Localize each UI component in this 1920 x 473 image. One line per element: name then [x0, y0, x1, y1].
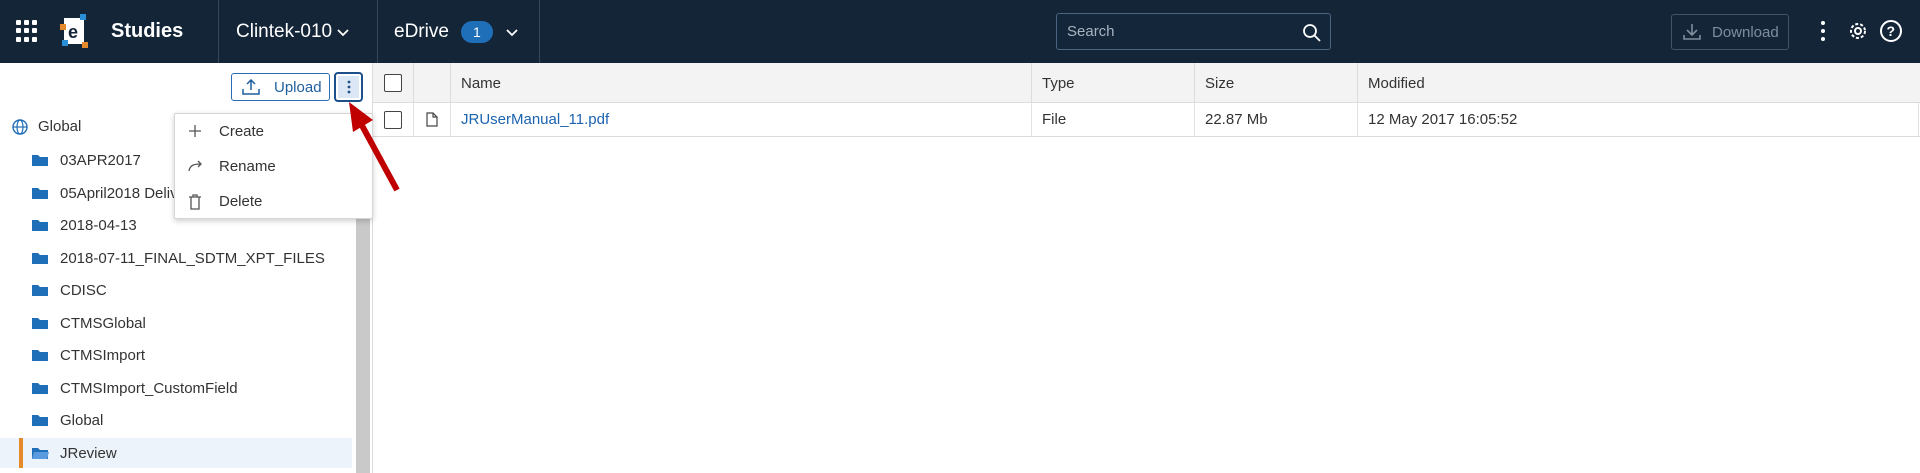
tree-folder-item[interactable]: CTMSImport_CustomField [0, 373, 352, 403]
tree-folder-label: 05April2018 Deliv [60, 184, 178, 202]
select-all-column [373, 63, 414, 103]
tree-folder-item[interactable]: CTMSGlobal [0, 308, 352, 338]
globe-icon [12, 118, 28, 135]
app-title: Studies [111, 20, 184, 42]
chevron-down-icon [506, 29, 518, 37]
file-type-cell: File [1032, 103, 1195, 136]
module-count-badge: 1 [460, 20, 493, 43]
upload-label: Upload [274, 78, 322, 96]
menu-item-label: Rename [219, 158, 276, 175]
top-navigation-bar: e Studies Clintek-010 eDrive 1 Download … [0, 0, 1920, 63]
column-header-modified[interactable]: Modified [1358, 63, 1920, 103]
tree-root[interactable]: Global [12, 118, 81, 135]
rename-arrow-icon [188, 160, 202, 172]
app-logo[interactable]: e [60, 14, 90, 50]
tree-folder-label: CTMSImport [60, 347, 146, 364]
study-selector[interactable]: Clintek-010 [219, 0, 369, 63]
tree-folder-item[interactable]: CTMSImport [0, 340, 352, 370]
svg-text:?: ? [1887, 23, 1896, 39]
apps-grid-icon[interactable] [16, 20, 38, 42]
folder-icon [32, 155, 48, 166]
folder-icon [32, 187, 48, 199]
upload-button[interactable]: Upload [231, 73, 330, 101]
file-name-link[interactable]: JRUserManual_11.pdf [451, 103, 1032, 136]
tree-folder-label: CTMSGlobal [60, 314, 146, 332]
tree-folder-item[interactable]: CDISC [0, 275, 352, 305]
search-input[interactable] [1057, 14, 1287, 49]
folder-icon [32, 382, 48, 394]
module-selector-label: eDrive [394, 20, 449, 42]
column-header-name[interactable]: Name [451, 63, 1032, 103]
menu-item-label: Create [219, 123, 265, 140]
tree-root-label: Global [38, 118, 82, 135]
download-icon [1683, 24, 1701, 40]
folder-icon [32, 285, 48, 296]
row-divider [373, 136, 1920, 137]
folder-icon [32, 220, 48, 231]
file-modified-cell: 12 May 2017 16:05:52 [1358, 103, 1919, 136]
tree-folder-label: 2018-04-13 [60, 217, 137, 234]
select-all-checkbox[interactable] [384, 74, 402, 92]
search-icon[interactable] [1302, 23, 1322, 43]
column-header-type[interactable]: Type [1032, 63, 1195, 103]
icon-column [414, 63, 451, 103]
menu-item-label: Delete [219, 193, 263, 210]
module-selector[interactable]: eDrive 1 [378, 0, 538, 63]
svg-text:e: e [68, 22, 78, 42]
tree-folder-item[interactable]: Global [0, 405, 352, 435]
file-grid: Name Type Size Modified JRUserManual_11.… [372, 63, 1920, 473]
tree-folder-item[interactable]: JReview [0, 437, 352, 468]
tree-folder-label: 2018-07-11_FINAL_SDTM_XPT_FILES [60, 249, 325, 267]
file-size-cell: 22.87 Mb [1195, 103, 1358, 136]
column-header-size[interactable]: Size [1195, 63, 1358, 103]
tree-folder-label: JReview [60, 444, 117, 462]
search-box [1056, 13, 1331, 50]
upload-icon [242, 79, 260, 95]
study-selector-label: Clintek-010 [236, 20, 333, 42]
divider [539, 0, 540, 63]
trash-icon [189, 194, 201, 210]
tree-folder-item[interactable]: 2018-07-11_FINAL_SDTM_XPT_FILES [0, 243, 352, 273]
plus-icon [189, 125, 201, 137]
tree-folder-label: CTMSImport_CustomField [60, 379, 238, 397]
file-type-icon-cell [414, 103, 451, 136]
folder-icon [32, 252, 48, 264]
folder-icon [32, 317, 48, 329]
folder-open-icon [32, 447, 49, 459]
kebab-icon [347, 80, 350, 94]
tree-folder-label: CDISC [60, 282, 107, 299]
tree-folder-label: Global [60, 412, 104, 429]
grid-header: Name Type Size Modified [373, 63, 1920, 103]
kebab-icon[interactable] [1820, 20, 1826, 42]
folder-icon [32, 350, 48, 361]
download-label: Download [1712, 23, 1779, 41]
gear-icon[interactable] [1846, 19, 1870, 43]
folder-icon [32, 415, 48, 426]
file-icon [426, 112, 438, 127]
annotation-arrow-icon [349, 102, 400, 192]
chevron-down-icon [337, 29, 349, 37]
download-button[interactable]: Download [1671, 14, 1789, 50]
folder-context-menu: Create Rename Delete [174, 113, 373, 219]
help-icon[interactable]: ? [1879, 19, 1903, 43]
tree-folder-label: 03APR2017 [60, 152, 141, 169]
